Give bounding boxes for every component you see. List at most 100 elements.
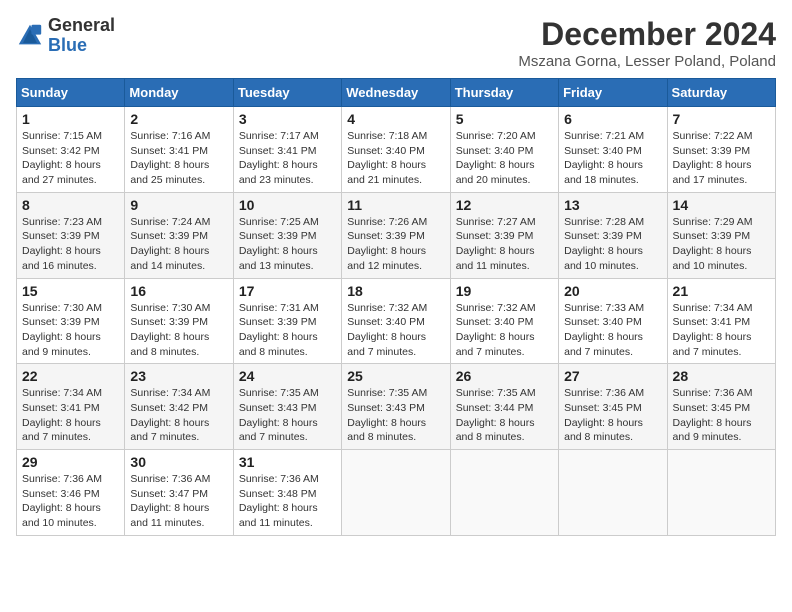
day-info: Sunrise: 7:36 AMSunset: 3:45 PMDaylight:… bbox=[673, 386, 770, 445]
calendar-cell: 1 Sunrise: 7:15 AMSunset: 3:42 PMDaylight… bbox=[17, 107, 125, 193]
day-info: Sunrise: 7:21 AMSunset: 3:40 PMDaylight:… bbox=[564, 129, 661, 188]
calendar-cell: 17Sunrise: 7:31 AMSunset: 3:39 PMDayligh… bbox=[233, 278, 341, 364]
day-info: Sunrise: 7:36 AMSunset: 3:45 PMDaylight:… bbox=[564, 386, 661, 445]
day-info: Sunrise: 7:28 AMSunset: 3:39 PMDaylight:… bbox=[564, 215, 661, 274]
day-info: Sunrise: 7:23 AMSunset: 3:39 PMDaylight:… bbox=[22, 215, 119, 274]
calendar-cell bbox=[450, 450, 558, 536]
calendar-week-row: 1 Sunrise: 7:15 AMSunset: 3:42 PMDaylight… bbox=[17, 107, 776, 193]
day-number: 19 bbox=[456, 283, 553, 299]
calendar-cell: 5 Sunrise: 7:20 AMSunset: 3:40 PMDaylight… bbox=[450, 107, 558, 193]
calendar-week-row: 29 Sunrise: 7:36 AMSunset: 3:46 PMDayligh… bbox=[17, 450, 776, 536]
day-info: Sunrise: 7:35 AMSunset: 3:43 PMDaylight:… bbox=[347, 386, 444, 445]
day-number: 18 bbox=[347, 283, 444, 299]
day-info: Sunrise: 7:35 AMSunset: 3:44 PMDaylight:… bbox=[456, 386, 553, 445]
calendar-cell: 24Sunrise: 7:35 AMSunset: 3:43 PMDayligh… bbox=[233, 364, 341, 450]
day-info: Sunrise: 7:32 AMSunset: 3:40 PMDaylight:… bbox=[456, 301, 553, 360]
calendar-cell: 19 Sunrise: 7:32 AMSunset: 3:40 PMDayligh… bbox=[450, 278, 558, 364]
day-number: 29 bbox=[22, 454, 119, 470]
column-header-saturday: Saturday bbox=[667, 79, 775, 107]
day-number: 5 bbox=[456, 111, 553, 127]
day-info: Sunrise: 7:17 AMSunset: 3:41 PMDaylight:… bbox=[239, 129, 336, 188]
day-number: 9 bbox=[130, 197, 227, 213]
day-info: Sunrise: 7:33 AMSunset: 3:40 PMDaylight:… bbox=[564, 301, 661, 360]
month-title: December 2024 bbox=[518, 16, 776, 53]
day-info: Sunrise: 7:36 AMSunset: 3:47 PMDaylight:… bbox=[130, 472, 227, 531]
calendar-cell: 26 Sunrise: 7:35 AMSunset: 3:44 PMDayligh… bbox=[450, 364, 558, 450]
day-info: Sunrise: 7:18 AMSunset: 3:40 PMDaylight:… bbox=[347, 129, 444, 188]
day-number: 14 bbox=[673, 197, 770, 213]
calendar-week-row: 15 Sunrise: 7:30 AMSunset: 3:39 PMDayligh… bbox=[17, 278, 776, 364]
day-number: 8 bbox=[22, 197, 119, 213]
calendar-cell: 29 Sunrise: 7:36 AMSunset: 3:46 PMDayligh… bbox=[17, 450, 125, 536]
calendar-cell: 2 Sunrise: 7:16 AMSunset: 3:41 PMDaylight… bbox=[125, 107, 233, 193]
column-header-tuesday: Tuesday bbox=[233, 79, 341, 107]
day-number: 6 bbox=[564, 111, 661, 127]
day-number: 15 bbox=[22, 283, 119, 299]
calendar-cell: 3 Sunrise: 7:17 AMSunset: 3:41 PMDaylight… bbox=[233, 107, 341, 193]
day-number: 31 bbox=[239, 454, 336, 470]
day-number: 27 bbox=[564, 368, 661, 384]
day-number: 3 bbox=[239, 111, 336, 127]
day-number: 28 bbox=[673, 368, 770, 384]
calendar-cell: 15 Sunrise: 7:30 AMSunset: 3:39 PMDayligh… bbox=[17, 278, 125, 364]
logo-line1: General bbox=[48, 16, 115, 36]
title-block: December 2024 Mszana Gorna, Lesser Polan… bbox=[518, 16, 776, 70]
day-number: 7 bbox=[673, 111, 770, 127]
calendar-cell: 20 Sunrise: 7:33 AMSunset: 3:40 PMDayligh… bbox=[559, 278, 667, 364]
day-number: 26 bbox=[456, 368, 553, 384]
calendar-cell: 4 Sunrise: 7:18 AMSunset: 3:40 PMDaylight… bbox=[342, 107, 450, 193]
logo-line2: Blue bbox=[48, 36, 115, 56]
day-info: Sunrise: 7:30 AMSunset: 3:39 PMDaylight:… bbox=[130, 301, 227, 360]
logo: General Blue bbox=[16, 16, 115, 56]
calendar-cell: 18 Sunrise: 7:32 AMSunset: 3:40 PMDayligh… bbox=[342, 278, 450, 364]
calendar-cell: 13 Sunrise: 7:28 AMSunset: 3:39 PMDayligh… bbox=[559, 192, 667, 278]
day-info: Sunrise: 7:20 AMSunset: 3:40 PMDaylight:… bbox=[456, 129, 553, 188]
day-info: Sunrise: 7:34 AMSunset: 3:41 PMDaylight:… bbox=[22, 386, 119, 445]
calendar-cell: 10Sunrise: 7:25 AMSunset: 3:39 PMDayligh… bbox=[233, 192, 341, 278]
page-header: General Blue December 2024 Mszana Gorna,… bbox=[16, 16, 776, 70]
column-header-sunday: Sunday bbox=[17, 79, 125, 107]
day-info: Sunrise: 7:15 AMSunset: 3:42 PMDaylight:… bbox=[22, 129, 119, 188]
calendar-week-row: 22 Sunrise: 7:34 AMSunset: 3:41 PMDayligh… bbox=[17, 364, 776, 450]
day-info: Sunrise: 7:22 AMSunset: 3:39 PMDaylight:… bbox=[673, 129, 770, 188]
day-info: Sunrise: 7:27 AMSunset: 3:39 PMDaylight:… bbox=[456, 215, 553, 274]
day-number: 2 bbox=[130, 111, 227, 127]
day-number: 4 bbox=[347, 111, 444, 127]
day-number: 20 bbox=[564, 283, 661, 299]
column-header-monday: Monday bbox=[125, 79, 233, 107]
column-header-friday: Friday bbox=[559, 79, 667, 107]
day-number: 22 bbox=[22, 368, 119, 384]
day-number: 25 bbox=[347, 368, 444, 384]
day-info: Sunrise: 7:16 AMSunset: 3:41 PMDaylight:… bbox=[130, 129, 227, 188]
day-number: 24 bbox=[239, 368, 336, 384]
calendar-header-row: SundayMondayTuesdayWednesdayThursdayFrid… bbox=[17, 79, 776, 107]
day-info: Sunrise: 7:26 AMSunset: 3:39 PMDaylight:… bbox=[347, 215, 444, 274]
location-subtitle: Mszana Gorna, Lesser Poland, Poland bbox=[518, 53, 776, 70]
calendar-cell: 31Sunrise: 7:36 AMSunset: 3:48 PMDayligh… bbox=[233, 450, 341, 536]
day-number: 1 bbox=[22, 111, 119, 127]
calendar-cell: 25 Sunrise: 7:35 AMSunset: 3:43 PMDayligh… bbox=[342, 364, 450, 450]
calendar-cell: 27 Sunrise: 7:36 AMSunset: 3:45 PMDayligh… bbox=[559, 364, 667, 450]
day-number: 12 bbox=[456, 197, 553, 213]
calendar-cell bbox=[559, 450, 667, 536]
day-info: Sunrise: 7:29 AMSunset: 3:39 PMDaylight:… bbox=[673, 215, 770, 274]
day-number: 13 bbox=[564, 197, 661, 213]
calendar-cell bbox=[342, 450, 450, 536]
day-number: 17 bbox=[239, 283, 336, 299]
day-info: Sunrise: 7:32 AMSunset: 3:40 PMDaylight:… bbox=[347, 301, 444, 360]
day-info: Sunrise: 7:36 AMSunset: 3:46 PMDaylight:… bbox=[22, 472, 119, 531]
day-info: Sunrise: 7:30 AMSunset: 3:39 PMDaylight:… bbox=[22, 301, 119, 360]
calendar-cell: 6 Sunrise: 7:21 AMSunset: 3:40 PMDaylight… bbox=[559, 107, 667, 193]
column-header-thursday: Thursday bbox=[450, 79, 558, 107]
day-number: 16 bbox=[130, 283, 227, 299]
day-info: Sunrise: 7:25 AMSunset: 3:39 PMDaylight:… bbox=[239, 215, 336, 274]
calendar-cell: 14 Sunrise: 7:29 AMSunset: 3:39 PMDayligh… bbox=[667, 192, 775, 278]
calendar-cell: 28 Sunrise: 7:36 AMSunset: 3:45 PMDayligh… bbox=[667, 364, 775, 450]
calendar-cell: 30Sunrise: 7:36 AMSunset: 3:47 PMDayligh… bbox=[125, 450, 233, 536]
calendar-cell: 21Sunrise: 7:34 AMSunset: 3:41 PMDayligh… bbox=[667, 278, 775, 364]
logo-icon bbox=[16, 22, 44, 50]
calendar-table: SundayMondayTuesdayWednesdayThursdayFrid… bbox=[16, 78, 776, 536]
day-info: Sunrise: 7:24 AMSunset: 3:39 PMDaylight:… bbox=[130, 215, 227, 274]
day-number: 11 bbox=[347, 197, 444, 213]
calendar-cell: 9 Sunrise: 7:24 AMSunset: 3:39 PMDaylight… bbox=[125, 192, 233, 278]
